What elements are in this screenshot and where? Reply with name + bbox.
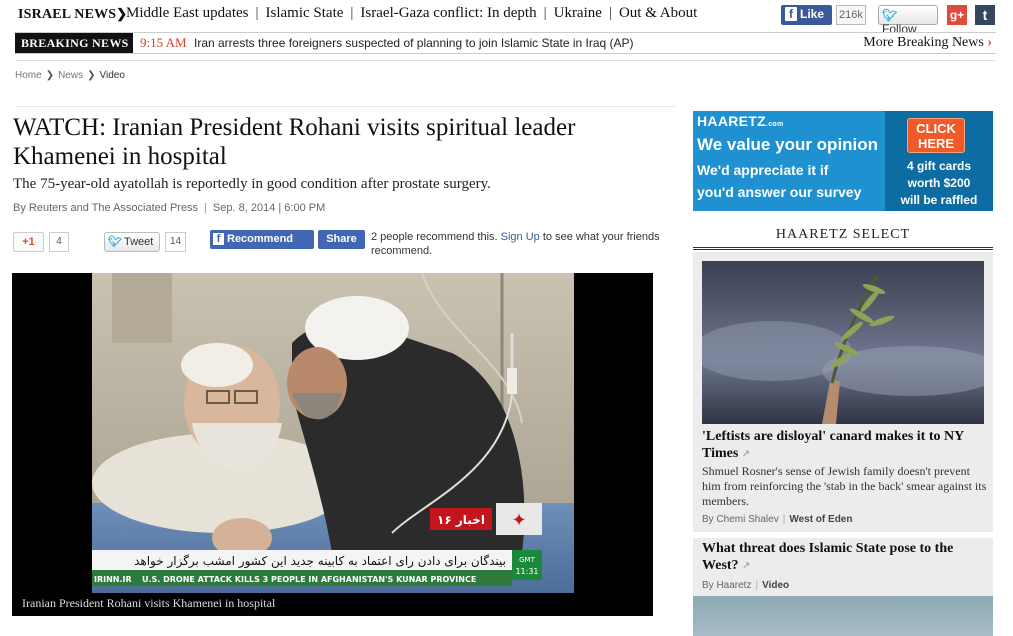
- facebook-share-button[interactable]: Share: [318, 230, 365, 249]
- channel-logo-icon: ✦: [511, 510, 526, 531]
- ad-cta-line-1: CLICK: [916, 121, 956, 136]
- nav-link-islamic-state[interactable]: Islamic State: [266, 5, 344, 21]
- facebook-like-label: Like: [800, 7, 825, 21]
- ticker-english: U.S. DRONE ATTACK KILLS 3 PEOPLE IN AFGH…: [142, 575, 476, 584]
- facebook-recommend-label: Recommend: [227, 233, 294, 245]
- more-breaking-news-label: More Breaking News: [863, 35, 984, 50]
- link-icon: ↗: [742, 561, 751, 572]
- select-card-section[interactable]: West of Eden: [789, 514, 852, 525]
- ticker-farsi: بیندگان برای دادن رای اعتماد به کابینه ج…: [134, 554, 506, 569]
- brand-link[interactable]: ISRAEL NEWS❯: [18, 6, 127, 23]
- breaking-news-label: BREAKING NEWS: [15, 33, 133, 53]
- video-player[interactable]: اخبار ۱۶ ✦ بیندگان برای دادن رای اعتماد …: [12, 273, 653, 616]
- breaking-news-headline[interactable]: Iran arrests three foreigners suspected …: [194, 36, 634, 50]
- byline-date: Sep. 8, 2014 | 6:00 PM: [212, 202, 326, 214]
- nav-link-middle-east[interactable]: Middle East updates: [126, 5, 248, 21]
- meta-divider: |: [755, 580, 759, 591]
- facebook-signup-link[interactable]: Sign Up: [501, 231, 540, 243]
- chevron-right-icon: ❯: [87, 70, 96, 81]
- link-icon: ↗: [741, 449, 751, 460]
- divider: [15, 106, 675, 107]
- ad-click-here-button[interactable]: CLICK HERE: [907, 118, 965, 153]
- google-plus-icon[interactable]: g+: [947, 5, 967, 25]
- ad-logo: HAARETZ.com: [697, 113, 784, 129]
- google-plus-one-button[interactable]: +1: [13, 232, 44, 252]
- nav-link-israel-gaza[interactable]: Israel-Gaza conflict: In depth: [360, 5, 536, 21]
- tweet-button[interactable]: 🐦︎ Tweet: [104, 232, 160, 252]
- section-links: Middle East updates | Islamic State | Israel…: [126, 5, 697, 22]
- select-card-meta: By Haaretz | Video: [702, 580, 789, 591]
- tweet-label: Tweet: [123, 236, 154, 248]
- ticker-source: IRINN.IR: [94, 575, 132, 584]
- article-subtitle: The 75-year-old ayatollah is reportedly …: [13, 176, 491, 192]
- brand-label: ISRAEL NEWS: [18, 7, 117, 22]
- select-card-title[interactable]: 'Leftists are disloyal' canard makes it …: [702, 428, 987, 463]
- facebook-icon: f: [213, 233, 224, 245]
- twitter-bird-icon: 🐦︎: [108, 236, 122, 248]
- ad-right-panel: CLICK HERE 4 gift cards worth $200 will b…: [885, 111, 993, 211]
- breadcrumb-video: Video: [99, 70, 125, 81]
- facebook-like-count: 216k: [836, 5, 866, 25]
- olive-branch-image[interactable]: [702, 261, 984, 424]
- nav-divider: |: [255, 5, 259, 21]
- facebook-like-button[interactable]: f Like: [781, 5, 832, 25]
- select-card-description: Shmuel Rosner's sense of Jewish family d…: [702, 464, 987, 508]
- card-divider: [693, 532, 993, 538]
- nav-link-out-about[interactable]: Out & About: [619, 5, 697, 21]
- facebook-count-text: 2 people recommend this.: [371, 231, 498, 243]
- select-card-title-text: What threat does Islamic State pose to t…: [702, 541, 954, 573]
- more-breaking-news-link[interactable]: More Breaking News ›: [863, 35, 992, 51]
- video-caption: Iranian President Rohani visits Khamenei…: [22, 596, 276, 610]
- top-nav: ISRAEL NEWS❯ Middle East updates | Islamic…: [0, 0, 1013, 36]
- select-card-title[interactable]: What threat does Islamic State pose to t…: [702, 540, 987, 575]
- haaretz-select-heading: HAARETZ SELECT: [693, 224, 993, 250]
- nav-divider: |: [608, 5, 612, 21]
- video-frame: اخبار ۱۶ ✦ بیندگان برای دادن رای اعتماد …: [92, 273, 574, 593]
- gmt-label: GMT: [519, 556, 535, 564]
- byline-author: By Reuters and The Associated Press: [13, 202, 199, 214]
- select-card-image[interactable]: [693, 596, 993, 636]
- meta-divider: |: [782, 514, 786, 525]
- nav-divider: |: [350, 5, 354, 21]
- breaking-news-bar: BREAKING NEWS 9:15 AM Iran arrests three…: [15, 32, 996, 54]
- google-plus-count: 4: [49, 232, 69, 252]
- tumblr-icon[interactable]: t: [975, 5, 995, 25]
- select-card-section[interactable]: Video: [762, 580, 789, 591]
- ad-line-1: We value your opinion: [697, 135, 879, 154]
- channel-logo-text: اخبار ۱۶: [437, 513, 485, 527]
- facebook-social-text: 2 people recommend this. Sign Up to see …: [371, 230, 676, 258]
- ad-line-3: you'd answer our survey: [697, 184, 862, 200]
- survey-ad-banner[interactable]: HAARETZ.com We value your opinion We'd a…: [693, 111, 993, 211]
- nav-link-ukraine[interactable]: Ukraine: [554, 5, 602, 21]
- breaking-news-time: 9:15 AM: [140, 35, 187, 50]
- ad-right-line-2: worth $200: [907, 176, 971, 190]
- facebook-recommend-button[interactable]: f Recommend: [210, 230, 314, 249]
- ad-line-2: We'd appreciate it if: [697, 162, 829, 178]
- breadcrumb-home[interactable]: Home: [15, 70, 42, 81]
- haaretz-select-list: 'Leftists are disloyal' canard makes it …: [693, 252, 993, 636]
- chevron-right-icon: ›: [987, 35, 992, 50]
- twitter-bird-icon: 🐦︎: [882, 8, 898, 22]
- nav-divider: |: [543, 5, 547, 21]
- ad-right-line-3: will be raffled: [900, 193, 978, 207]
- byline: By Reuters and The Associated Press | Sep.…: [13, 202, 325, 214]
- article-title: WATCH: Iranian President Rohani visits s…: [13, 114, 576, 170]
- byline-divider: |: [204, 202, 207, 214]
- breadcrumb: Home ❯ News ❯ Video: [15, 70, 125, 81]
- ad-right-line-1: 4 gift cards: [906, 159, 972, 173]
- select-card-author: By Chemi Shalev: [702, 514, 779, 525]
- divider: [15, 60, 996, 61]
- facebook-icon: f: [785, 7, 797, 21]
- tweet-count: 14: [165, 232, 186, 252]
- twitter-follow-button[interactable]: 🐦︎ Follow: [878, 5, 938, 36]
- ad-logo-text: HAARETZ: [697, 113, 766, 129]
- ad-logo-suffix: .com: [765, 121, 784, 128]
- select-card-author: By Haaretz: [702, 580, 752, 591]
- gmt-time: 11:31: [515, 567, 538, 576]
- select-card-meta: By Chemi Shalev | West of Eden: [702, 514, 852, 525]
- breadcrumb-news[interactable]: News: [58, 70, 83, 81]
- chevron-right-icon: ❯: [45, 70, 55, 81]
- ad-cta-line-2: HERE: [917, 136, 955, 151]
